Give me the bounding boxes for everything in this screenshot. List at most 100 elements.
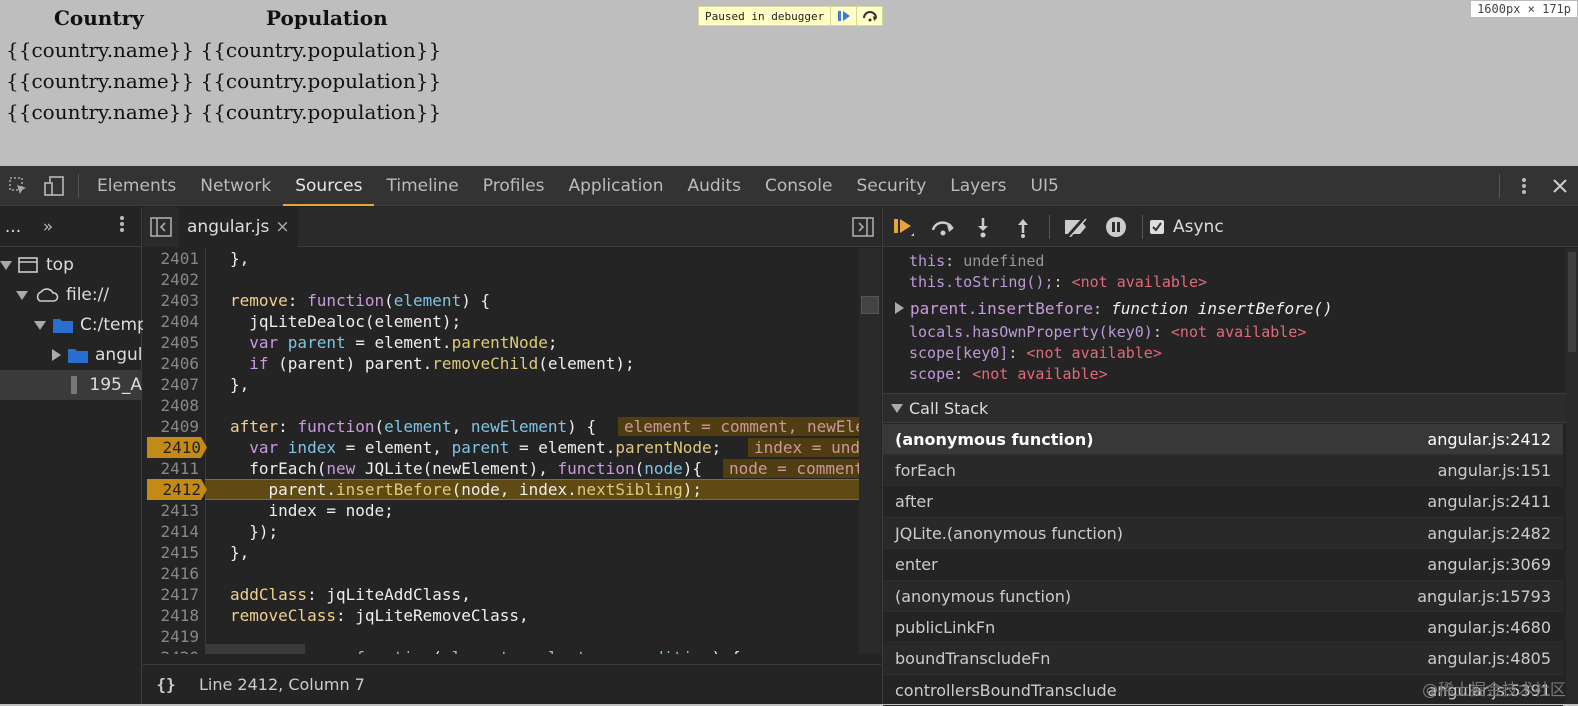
line-number[interactable]: 2418 xyxy=(143,605,205,626)
step-over-button[interactable] xyxy=(923,207,963,247)
line-number[interactable]: 2414 xyxy=(143,521,205,542)
call-frame-location[interactable]: angular.js:2412 xyxy=(1427,430,1551,449)
breakpoint-marker[interactable]: 2410 xyxy=(147,437,207,458)
line-number[interactable]: 2401 xyxy=(143,248,205,269)
line-number[interactable]: 2419 xyxy=(143,626,205,647)
scrollbar-thumb[interactable] xyxy=(1568,252,1576,352)
tab-profiles[interactable]: Profiles xyxy=(471,166,557,206)
pause-on-exceptions-button[interactable] xyxy=(1096,207,1136,247)
tree-item-temp-folder[interactable]: C:/temp xyxy=(34,310,148,340)
code-line[interactable]: }, xyxy=(230,248,249,269)
call-frame[interactable]: after angular.js:2411 xyxy=(883,487,1563,518)
call-frame-location[interactable]: angular.js:3069 xyxy=(1427,555,1551,574)
code-line[interactable]: var index = element, parent = element.pa… xyxy=(230,437,721,458)
tab-sources[interactable]: Sources xyxy=(283,166,375,206)
sidebar-scrollbar[interactable] xyxy=(1566,248,1578,704)
editor-tab-angular-js[interactable]: angular.js × xyxy=(179,206,298,247)
code-line[interactable]: }, xyxy=(230,542,249,563)
call-frame[interactable]: forEach angular.js:151 xyxy=(883,455,1563,487)
call-frame[interactable]: (anonymous function) angular.js:15793 xyxy=(883,581,1563,612)
scope-variable[interactable]: parent.insertBefore: function insertBefo… xyxy=(895,298,1333,319)
navigator-menu-button[interactable] xyxy=(119,214,125,239)
line-number[interactable]: 2405 xyxy=(143,332,205,353)
resume-button[interactable] xyxy=(830,6,856,26)
call-frame[interactable]: JQLite.(anonymous function) angular.js:24… xyxy=(883,518,1563,550)
tab-layers[interactable]: Layers xyxy=(938,166,1018,206)
call-frame-location[interactable]: angular.js:151 xyxy=(1438,461,1551,480)
navigator-ellipsis-tab[interactable]: ... xyxy=(0,217,26,237)
code-line[interactable]: forEach(new JQLite(newElement), function… xyxy=(230,458,702,479)
code-line[interactable]: index = node; xyxy=(230,500,394,521)
call-frame-location[interactable]: angular.js:2482 xyxy=(1427,524,1551,543)
scope-variable[interactable]: locals.hasOwnProperty(key0): <not availa… xyxy=(909,322,1306,343)
more-tabs-button[interactable]: » xyxy=(38,217,58,237)
call-frame[interactable]: boundTranscludeFn angular.js:4805 xyxy=(883,643,1563,675)
scrollbar-thumb[interactable] xyxy=(861,296,879,314)
code-line[interactable]: }); xyxy=(230,521,278,542)
toggle-debugger-sidebar-button[interactable] xyxy=(845,207,881,247)
line-number[interactable]: 2411 xyxy=(143,458,205,479)
horizontal-scrollbar-thumb[interactable] xyxy=(205,644,305,654)
line-number[interactable]: 2402 xyxy=(143,269,205,290)
async-checkbox[interactable]: Async xyxy=(1149,217,1224,237)
resume-button[interactable] xyxy=(883,207,923,247)
step-over-button[interactable] xyxy=(856,6,882,26)
call-frame-location[interactable]: angular.js:4805 xyxy=(1427,649,1551,668)
toggle-navigator-button[interactable] xyxy=(143,206,179,247)
device-toolbar-button[interactable] xyxy=(36,166,72,206)
breakpoint-marker[interactable]: 2412 xyxy=(147,479,207,500)
scope-variable[interactable]: this.toString();: <not available> xyxy=(909,272,1207,293)
line-number[interactable]: 2408 xyxy=(143,395,205,416)
call-frame-location[interactable]: angular.js:4680 xyxy=(1427,618,1551,637)
code-line[interactable]: if (parent) parent.removeChild(element); xyxy=(230,353,634,374)
call-frame-location[interactable]: angular.js:15793 xyxy=(1417,587,1551,606)
call-frame[interactable]: publicLinkFn angular.js:4680 xyxy=(883,612,1563,644)
tree-item-file[interactable]: file:// xyxy=(16,280,109,310)
line-number[interactable]: 2416 xyxy=(143,563,205,584)
call-stack-header[interactable]: Call Stack xyxy=(883,393,1578,423)
code-line[interactable]: var parent = element.parentNode; xyxy=(230,332,557,353)
tab-console[interactable]: Console xyxy=(753,166,845,206)
line-number[interactable]: 2406 xyxy=(143,353,205,374)
tab-security[interactable]: Security xyxy=(844,166,938,206)
code-area[interactable]: 2401}, 2402 2403 remove: function(element) … xyxy=(143,248,881,654)
step-out-button[interactable] xyxy=(1003,207,1043,247)
tab-network[interactable]: Network xyxy=(188,166,283,206)
code-line[interactable]: toggleClass: function(element, selector,… xyxy=(230,647,741,654)
pretty-print-button[interactable]: {} xyxy=(143,675,189,694)
tab-ui5[interactable]: UI5 xyxy=(1019,166,1071,206)
line-number[interactable]: 2413 xyxy=(143,500,205,521)
code-line[interactable]: after: function(element, newElement) { xyxy=(230,416,596,437)
call-frame[interactable]: enter angular.js:3069 xyxy=(883,550,1563,581)
close-tab-icon[interactable]: × xyxy=(275,217,289,237)
tab-application[interactable]: Application xyxy=(557,166,676,206)
deactivate-breakpoints-button[interactable] xyxy=(1056,207,1096,247)
tab-audits[interactable]: Audits xyxy=(676,166,753,206)
step-into-button[interactable] xyxy=(963,207,1003,247)
code-line[interactable]: }, xyxy=(230,374,249,395)
scope-variable[interactable]: scope[key0]: <not available> xyxy=(909,343,1162,364)
customize-menu-button[interactable] xyxy=(1506,166,1542,206)
code-line[interactable]: remove: function(element) { xyxy=(230,290,490,311)
code-line[interactable]: jqLiteDealoc(element); xyxy=(230,311,461,332)
line-number[interactable]: 2409 xyxy=(143,416,205,437)
tree-item-html-file[interactable]: 195_A xyxy=(0,370,142,400)
editor-scrollbar[interactable] xyxy=(859,248,881,654)
code-line[interactable]: removeClass: jqLiteRemoveClass, xyxy=(230,605,529,626)
close-devtools-button[interactable] xyxy=(1542,166,1578,206)
line-number[interactable]: 2417 xyxy=(143,584,205,605)
call-frame[interactable]: (anonymous function) angular.js:2412 xyxy=(883,424,1563,455)
line-number[interactable]: 2403 xyxy=(143,290,205,311)
tab-elements[interactable]: Elements xyxy=(85,166,188,206)
tree-item-top[interactable]: top xyxy=(0,250,74,280)
scope-variable[interactable]: scope: <not available> xyxy=(909,364,1108,385)
line-number[interactable]: 2407 xyxy=(143,374,205,395)
code-line[interactable]: addClass: jqLiteAddClass, xyxy=(230,584,471,605)
tab-timeline[interactable]: Timeline xyxy=(374,166,470,206)
call-frame-location[interactable]: angular.js:2411 xyxy=(1427,492,1551,511)
code-line[interactable]: parent.insertBefore(node, index.nextSibl… xyxy=(230,479,703,500)
inspect-element-button[interactable] xyxy=(0,166,36,206)
line-number[interactable]: 2404 xyxy=(143,311,205,332)
line-number[interactable]: 2415 xyxy=(143,542,205,563)
tree-item-angular-folder[interactable]: angul xyxy=(52,340,142,370)
